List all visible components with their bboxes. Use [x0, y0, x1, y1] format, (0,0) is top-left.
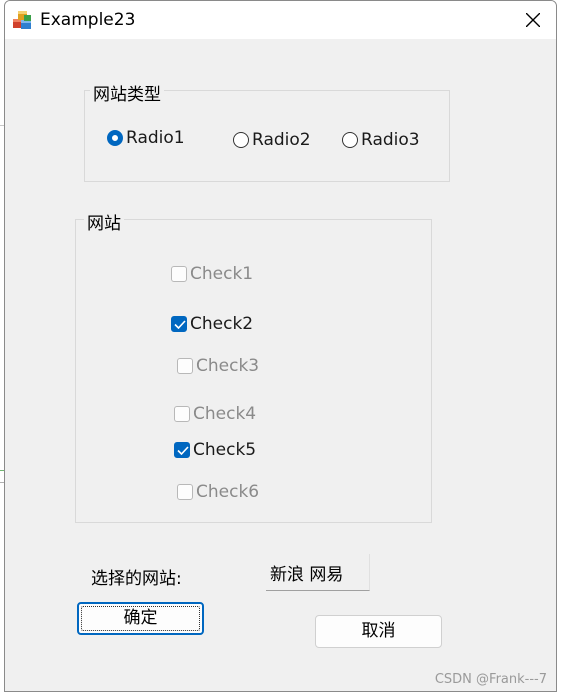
checkbox-indicator [171, 316, 187, 332]
checkmark-icon [177, 446, 189, 455]
checkbox-check3[interactable]: Check3 [177, 356, 259, 376]
checkbox-label: Check5 [193, 440, 257, 460]
dialog-window: Example23 网站类型 Radio1 Radio2 Radio3 网站 C… [4, 0, 557, 692]
checkbox-indicator [171, 266, 187, 282]
checkbox-label: Check4 [193, 404, 257, 424]
radio-option-label: Radio2 [252, 130, 311, 150]
checkmark-icon [174, 320, 186, 329]
screen: Example23 网站类型 Radio1 Radio2 Radio3 网站 C… [0, 0, 561, 697]
checkbox-check1[interactable]: Check1 [171, 264, 253, 284]
checkbox-indicator [174, 442, 190, 458]
checkbox-indicator [177, 358, 193, 374]
radio-indicator [342, 132, 358, 148]
close-icon [526, 13, 540, 27]
watermark: CSDN @Frank---7 [434, 672, 547, 687]
selected-sites-value: 新浪 网易 [266, 554, 370, 591]
radio-option-3[interactable]: Radio3 [342, 130, 420, 150]
radio-option-label: Radio1 [126, 128, 185, 148]
radio-option-2[interactable]: Radio2 [233, 130, 311, 150]
cancel-button-label: 取消 [361, 621, 396, 641]
checkbox-label: Check3 [196, 356, 260, 376]
checkbox-check2[interactable]: Check2 [171, 314, 253, 334]
cancel-button[interactable]: 取消 [315, 615, 442, 648]
checkbox-label: Check2 [190, 314, 254, 334]
ok-button-label: 确定 [123, 608, 158, 628]
checkbox-label: Check1 [190, 264, 254, 284]
close-button[interactable] [510, 1, 556, 39]
radio-option-1[interactable]: Radio1 [107, 128, 185, 148]
radio-selected-indicator [107, 130, 123, 146]
radio-option-label: Radio3 [361, 130, 420, 150]
ok-button[interactable]: 确定 [77, 602, 204, 635]
website-type-legend: 网站类型 [90, 80, 164, 105]
selected-sites-label: 选择的网站: [91, 569, 182, 589]
checkbox-check5[interactable]: Check5 [174, 440, 256, 460]
checkbox-label: Check6 [196, 482, 260, 502]
website-legend: 网站 [84, 209, 124, 234]
radio-indicator [233, 132, 249, 148]
checkbox-indicator [174, 406, 190, 422]
title-bar: Example23 [5, 1, 556, 39]
window-title: Example23 [40, 10, 136, 30]
app-cubes-icon [11, 8, 35, 32]
checkbox-check4[interactable]: Check4 [174, 404, 256, 424]
checkbox-indicator [177, 484, 193, 500]
checkbox-check6[interactable]: Check6 [177, 482, 259, 502]
